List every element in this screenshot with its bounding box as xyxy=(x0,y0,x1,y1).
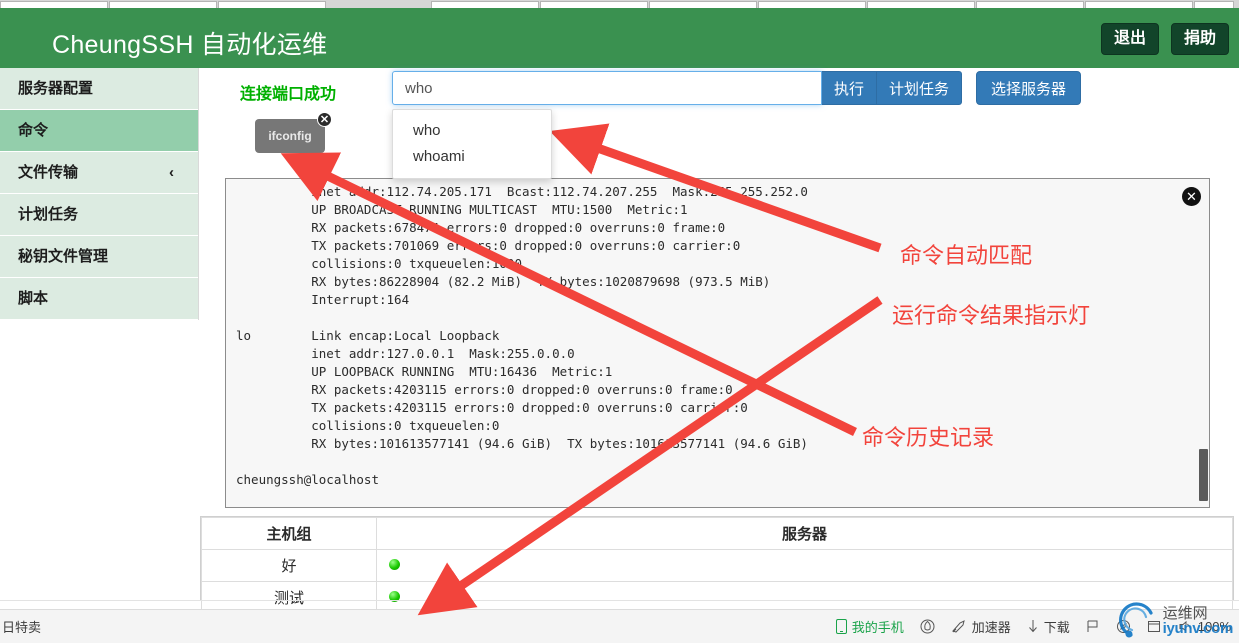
rocket-icon xyxy=(951,620,965,633)
browser-tab[interactable] xyxy=(540,1,648,8)
cell-server-status xyxy=(376,549,1233,582)
browser-tab[interactable] xyxy=(867,1,975,8)
command-autocomplete-menu[interactable]: who whoami xyxy=(392,109,552,179)
donate-button[interactable]: 捐助 xyxy=(1170,23,1229,55)
sidebar: 服务器配置 命令 文件传输 ‹ 计划任务 秘钥文件管理 脚本 xyxy=(0,68,199,601)
table-row[interactable]: 好 xyxy=(201,549,1233,582)
sidebar-item-label: 秘钥文件管理 xyxy=(18,248,109,265)
app-header: CheungSSH 自动化运维 退出 捐助 xyxy=(0,8,1239,68)
close-icon[interactable]: ✕ xyxy=(1182,187,1201,206)
sidebar-item-key-file-manage[interactable]: 秘钥文件管理 xyxy=(0,236,198,278)
bottombar-item-window[interactable] xyxy=(1147,619,1162,634)
sidebar-item-label: 文件传输 xyxy=(18,164,79,181)
browser-tab[interactable] xyxy=(758,1,866,8)
sidebar-item-script[interactable]: 脚本 xyxy=(0,278,198,320)
browser-tab[interactable] xyxy=(649,1,757,8)
execute-button[interactable]: 执行 xyxy=(822,71,878,105)
chevron-left-icon: ‹ xyxy=(169,164,174,181)
column-header-server: 服务器 xyxy=(376,517,1233,550)
window-icon xyxy=(1147,621,1160,632)
browser-tab[interactable] xyxy=(1194,1,1234,8)
sidebar-item-label: 计划任务 xyxy=(18,206,79,223)
terminal-output-text: inet addr:112.74.205.171 Bcast:112.74.20… xyxy=(236,184,808,487)
download-icon xyxy=(1028,620,1037,633)
terminal-scrollbar-thumb[interactable] xyxy=(1199,449,1208,501)
sidebar-item-server-config[interactable]: 服务器配置 xyxy=(0,68,198,110)
flag-icon xyxy=(1087,620,1098,632)
select-server-button[interactable]: 选择服务器 xyxy=(976,71,1082,105)
sidebar-empty-area xyxy=(0,320,199,601)
bottombar-item-accelerator[interactable]: 加速器 xyxy=(951,617,1011,636)
mute-icon xyxy=(1179,620,1192,633)
logout-button[interactable]: 退出 xyxy=(1100,23,1159,55)
app-brand-title: CheungSSH 自动化运维 xyxy=(52,31,328,59)
history-tag-label: ifconfig xyxy=(268,129,312,143)
sidebar-item-label: 命令 xyxy=(18,122,49,139)
sidebar-item-command[interactable]: 命令 xyxy=(0,110,198,152)
bottombar-item-label: 100% xyxy=(1197,619,1231,634)
bottombar-items: 我的手机 加速器 下载 100% xyxy=(835,617,1231,636)
sidebar-item-file-transfer[interactable]: 文件传输 ‹ xyxy=(0,152,198,194)
browser-tab[interactable] xyxy=(431,1,539,8)
bottombar-item-label: 我的手机 xyxy=(851,620,904,635)
browser-tab[interactable] xyxy=(0,1,108,8)
bottombar-item-shield[interactable] xyxy=(920,619,935,634)
browser-tab[interactable] xyxy=(218,1,326,8)
bottombar-item-label: 下载 xyxy=(1043,620,1070,635)
history-command-tag-ifconfig[interactable]: ifconfig ✕ xyxy=(255,112,332,153)
cell-host-group: 好 xyxy=(201,549,377,582)
content-bottom-divider xyxy=(0,600,1239,601)
autocomplete-option-who[interactable]: who xyxy=(393,118,551,144)
bottombar-item-label: 加速器 xyxy=(971,620,1011,635)
bottombar-item-my-phone[interactable]: 我的手机 xyxy=(835,617,904,636)
phone-icon xyxy=(835,619,847,634)
compass-icon xyxy=(1116,620,1130,633)
scheduled-task-button[interactable]: 计划任务 xyxy=(876,71,963,105)
sidebar-item-label: 服务器配置 xyxy=(18,80,94,97)
terminal-output-panel: inet addr:112.74.205.171 Bcast:112.74.20… xyxy=(225,178,1210,508)
command-input[interactable] xyxy=(392,71,822,105)
column-header-host-group: 主机组 xyxy=(201,517,377,550)
autocomplete-option-whoami[interactable]: whoami xyxy=(393,144,551,170)
terminal-scrollbar-track[interactable] xyxy=(1198,179,1209,507)
bottombar-item-download[interactable]: 下载 xyxy=(1027,617,1070,636)
browser-tab[interactable] xyxy=(1085,1,1193,8)
annotation-command-autocomplete: 命令自动匹配 xyxy=(900,244,1033,269)
status-indicator-online-icon xyxy=(389,559,400,570)
bottombar-item-flag[interactable] xyxy=(1086,619,1100,634)
server-table: 主机组 服务器 好 测试 xyxy=(200,516,1234,614)
browser-tab[interactable] xyxy=(109,1,217,8)
bottombar-item-compass[interactable] xyxy=(1116,619,1131,634)
close-icon[interactable]: ✕ xyxy=(317,112,332,127)
sidebar-item-scheduled-task[interactable]: 计划任务 xyxy=(0,194,198,236)
browser-tabstrip[interactable] xyxy=(0,0,1239,8)
sidebar-item-label: 脚本 xyxy=(18,290,49,307)
table-header-row: 主机组 服务器 xyxy=(201,517,1233,550)
bottombar-item-zoom-level[interactable]: 100% xyxy=(1178,619,1231,634)
annotation-result-indicator: 运行命令结果指示灯 xyxy=(892,304,1091,329)
annotation-command-history: 命令历史记录 xyxy=(862,426,995,451)
browser-tab[interactable] xyxy=(976,1,1084,8)
connection-status-text: 连接端口成功 xyxy=(240,86,337,103)
browser-bottom-toolbar: 日特卖 我的手机 加速器 下载 100% xyxy=(0,609,1239,643)
bottombar-left-label[interactable]: 日特卖 xyxy=(0,617,41,636)
shield-icon xyxy=(920,619,935,634)
